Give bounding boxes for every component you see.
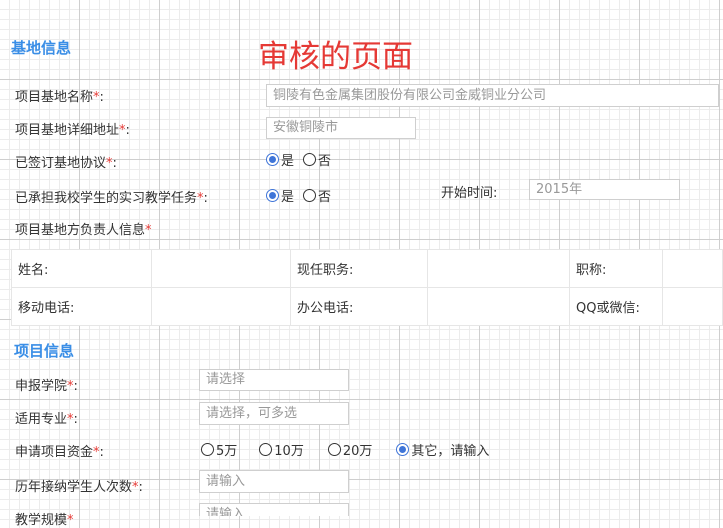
section-heading-base-info: 基地信息	[11, 39, 72, 57]
base-name-label: 项目基地名称*:	[15, 90, 104, 105]
college-select[interactable]: 请选择	[199, 369, 349, 391]
agreement-radio-no[interactable]: 否	[303, 150, 331, 169]
teaching-task-label: 已承担我校学生的实习教学任务*:	[15, 191, 208, 206]
section-heading-project-info: 项目信息	[14, 342, 75, 360]
college-label: 申报学院*:	[15, 379, 78, 394]
table-cell-label: 姓名:	[11, 249, 152, 288]
base-address-label: 项目基地详细地址*:	[15, 123, 130, 138]
students-count-label: 历年接纳学生人次数*:	[15, 480, 143, 495]
radio-unchecked-icon	[259, 443, 273, 456]
table-cell-label: QQ或微信:	[569, 287, 663, 326]
table-cell-input[interactable]	[662, 249, 723, 288]
page-title: 审核的页面	[258, 39, 413, 75]
radio-checked-icon	[396, 443, 410, 456]
agreement-label: 已签订基地协议*:	[15, 156, 117, 171]
teaching-scale-label: 教学规模*	[15, 513, 74, 528]
start-time-field[interactable]: 2015年	[529, 179, 680, 200]
table-row: 移动电话: 办公电话: QQ或微信:	[11, 287, 723, 326]
table-cell-input[interactable]	[662, 287, 723, 326]
table-cell-label: 移动电话:	[11, 287, 152, 326]
funding-label: 申请项目资金*:	[15, 445, 104, 460]
funding-radio-5[interactable]: 5万	[201, 440, 237, 459]
teaching-scale-input[interactable]: 请输入	[199, 503, 349, 516]
agreement-radio-group: 是 否	[266, 150, 331, 169]
base-name-field[interactable]: 铜陵有色金属集团股份有限公司金威铜业分公司	[266, 84, 719, 107]
radio-unchecked-icon	[303, 189, 317, 202]
base-address-field[interactable]: 安徽铜陵市	[266, 117, 416, 139]
teaching-task-radio-no[interactable]: 否	[303, 186, 331, 205]
table-cell-input[interactable]	[151, 287, 291, 326]
students-count-input[interactable]: 请输入	[199, 470, 349, 493]
table-cell-input[interactable]	[151, 249, 291, 288]
leader-info-table: 姓名: 现任职务: 职称: 移动电话: 办公电话: QQ或微信:	[11, 249, 723, 326]
table-cell-label: 现任职务:	[290, 249, 428, 288]
radio-unchecked-icon	[201, 443, 214, 456]
agreement-radio-yes[interactable]: 是	[266, 150, 294, 169]
radio-unchecked-icon	[303, 153, 317, 166]
leader-info-label: 项目基地方负责人信息*	[15, 223, 152, 238]
radio-checked-icon	[266, 153, 279, 166]
funding-radio-group: 5万 10万 20万 其它，请输入	[201, 440, 489, 459]
table-cell-input[interactable]	[427, 249, 570, 288]
radio-checked-icon	[266, 189, 279, 202]
teaching-task-radio-group: 是 否	[266, 186, 331, 205]
major-label: 适用专业*:	[15, 412, 78, 427]
teaching-task-radio-yes[interactable]: 是	[266, 186, 294, 205]
table-cell-label: 职称:	[569, 249, 663, 288]
major-select[interactable]: 请选择，可多选	[199, 402, 349, 425]
radio-unchecked-icon	[327, 443, 341, 456]
table-cell-label: 办公电话:	[290, 287, 428, 326]
table-row: 姓名: 现任职务: 职称:	[11, 249, 723, 288]
funding-radio-other[interactable]: 其它，请输入	[396, 440, 489, 459]
table-cell-input[interactable]	[427, 287, 570, 326]
funding-radio-10[interactable]: 10万	[259, 440, 304, 459]
start-time-label: 开始时间:	[441, 186, 498, 201]
funding-radio-20[interactable]: 20万	[327, 440, 372, 459]
